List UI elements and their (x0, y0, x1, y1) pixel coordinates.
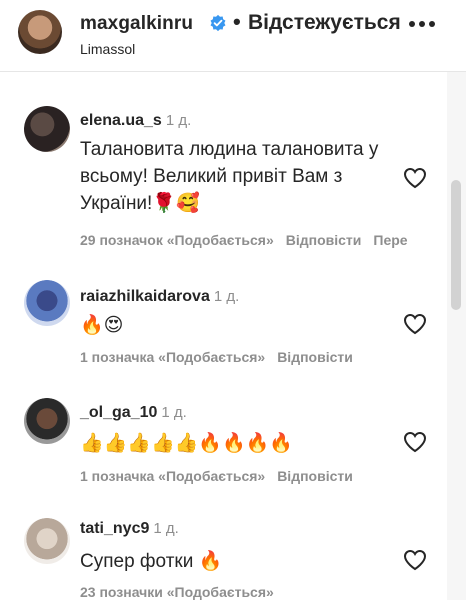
comment-username[interactable]: tati_nyc9 1 д. (80, 520, 179, 538)
comment-avatar[interactable] (24, 398, 70, 444)
comment-actions: 1 позначка «Подобається» Відповісти (80, 349, 365, 365)
comments-scrollbar[interactable] (447, 72, 466, 600)
comment-text: Талановита людина талановита у всьому! В… (80, 139, 379, 214)
comment-item: raiazhilkaidarova 1 д. 🔥😍 1 позначка «Под… (0, 278, 447, 378)
comment-time: 1 д. (161, 404, 187, 421)
comment-time: 1 д. (213, 288, 240, 305)
comment-text: 🔥😍 (80, 314, 124, 336)
likes-count[interactable]: 1 позначка «Подобається» (80, 468, 265, 484)
comment-item: elena.ua_s 1 д. Талановита людина таланов… (0, 96, 447, 261)
post-header: maxgalkinru • Відстежується Limassol (0, 0, 466, 72)
more-options-icon[interactable] (404, 12, 440, 36)
comment-avatar[interactable] (24, 518, 70, 564)
reply-link[interactable]: Відповісти (286, 232, 362, 248)
reply-link[interactable]: Відповісти (277, 349, 353, 365)
profile-avatar[interactable] (18, 10, 62, 54)
header-separator: • (233, 9, 241, 34)
comment-text: Супер фотки 🔥 (80, 551, 223, 572)
comment-actions: 23 позначки «Подобається» (80, 584, 286, 600)
like-heart-icon[interactable] (402, 430, 428, 454)
translate-link[interactable]: Пере (373, 232, 407, 248)
comment-time: 1 д. (165, 112, 192, 129)
location-link[interactable]: Limassol (80, 41, 135, 57)
likes-count[interactable]: 23 позначки «Подобається» (80, 584, 274, 600)
comment-text: 👍👍👍👍👍🔥🔥🔥🔥 (80, 432, 293, 454)
comment-time: 1 д. (153, 520, 179, 537)
header-username[interactable]: maxgalkinru (80, 13, 193, 35)
comment-actions: 29 позначок «Подобається» Відповісти Пере (80, 232, 420, 248)
comment-avatar[interactable] (24, 106, 70, 152)
following-button[interactable]: Відстежується (248, 11, 401, 35)
comment-item: _ol_ga_10 1 д. 👍👍👍👍👍🔥🔥🔥🔥 1 позначка «Подо… (0, 392, 447, 502)
comment-username[interactable]: _ol_ga_10 1 д. (80, 404, 187, 422)
comment-item: tati_nyc9 1 д. Супер фотки 🔥 23 позначки … (0, 510, 447, 600)
reply-link[interactable]: Відповісти (277, 468, 353, 484)
likes-count[interactable]: 1 позначка «Подобається» (80, 349, 265, 365)
comment-avatar[interactable] (24, 280, 70, 326)
like-heart-icon[interactable] (402, 548, 428, 572)
like-heart-icon[interactable] (402, 312, 428, 336)
comment-username[interactable]: raiazhilkaidarova 1 д. (80, 288, 239, 306)
verified-badge-icon (210, 14, 226, 32)
like-heart-icon[interactable] (402, 166, 428, 190)
comment-username[interactable]: elena.ua_s 1 д. (80, 112, 191, 130)
comment-actions: 1 позначка «Подобається» Відповісти (80, 468, 365, 484)
likes-count[interactable]: 29 позначок «Подобається» (80, 232, 274, 248)
scrollbar-thumb[interactable] (451, 180, 461, 310)
